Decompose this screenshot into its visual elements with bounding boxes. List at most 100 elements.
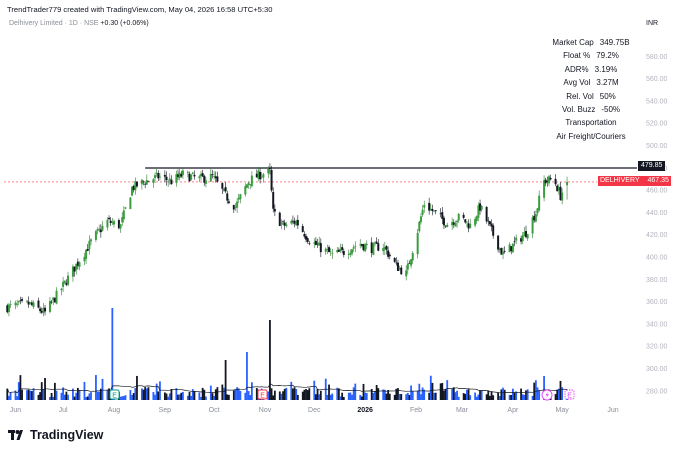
volume-bar [485, 394, 488, 400]
candle-body [385, 246, 388, 250]
candles [6, 163, 569, 317]
candle-body [60, 288, 63, 291]
candle-body [511, 243, 514, 253]
volume-bar [349, 392, 352, 400]
volume-bar [466, 389, 468, 400]
volume-bar [121, 396, 124, 400]
volume-bar [205, 396, 207, 400]
currency-label[interactable]: INR [646, 20, 658, 27]
volume-bar [502, 387, 504, 400]
volume-bar [270, 388, 273, 400]
volume-bar [328, 384, 330, 400]
candle-body [446, 224, 449, 228]
volume-bar [211, 393, 214, 400]
volume-bar [443, 390, 445, 400]
candle-body [270, 170, 273, 191]
x-tick-label: Sep [159, 407, 172, 414]
candle-body [331, 252, 334, 254]
candle-body [250, 175, 253, 187]
earnings-e-icon[interactable]: E [109, 389, 120, 400]
candle-body [88, 240, 91, 250]
volume-bar [554, 394, 557, 400]
candle-body [7, 304, 10, 313]
candle-body [124, 207, 127, 209]
volume-bar [200, 396, 202, 400]
volume-bar [433, 392, 435, 400]
candle-body [21, 299, 24, 301]
candle-body [521, 235, 524, 242]
y-tick-label: 540.00 [646, 98, 668, 105]
time-axis[interactable]: Jun Jul Aug Sep Oct Nov Dec 2026 Feb Mar Apr May Jun [10, 407, 619, 414]
y-tick-label: 400.00 [646, 255, 668, 262]
candle-body [142, 181, 145, 183]
svg-text:E: E [260, 393, 265, 400]
volume-bar [203, 389, 206, 400]
volume-bar [446, 380, 449, 400]
x-tick-label: Dec [308, 407, 321, 414]
candle-body [454, 223, 457, 227]
volume-bar [477, 394, 480, 400]
candle-body [44, 307, 47, 312]
volume-bar [273, 390, 276, 400]
stats-row: Air Freight/Couriers [545, 130, 637, 143]
volume-bar [292, 388, 294, 400]
volume-bar [282, 391, 284, 400]
volume-bar [226, 394, 229, 400]
x-tick-label: 2026 [357, 407, 373, 414]
candle-body [37, 300, 40, 308]
earnings-e-icon[interactable]: E [257, 389, 268, 400]
candle-body [301, 226, 304, 232]
volume-bar [221, 384, 224, 400]
candle-body [492, 225, 495, 236]
candle-body [67, 275, 70, 285]
volume-bar [90, 392, 92, 400]
candle-body [216, 176, 219, 182]
candle-body [306, 238, 309, 242]
volume-bar [88, 393, 91, 400]
dividend-lightning-icon[interactable] [541, 389, 553, 401]
candle-body [354, 246, 357, 248]
volume-bar [423, 389, 426, 400]
volume-bar [523, 394, 526, 400]
last-price-value: 467.35 [647, 177, 669, 184]
volume-bar [475, 396, 478, 400]
candle-body [457, 213, 460, 221]
candle-body [308, 243, 311, 245]
volume-bar [387, 390, 390, 400]
volume-bar [360, 396, 363, 400]
volume-bar [237, 388, 240, 400]
volume-bar [497, 392, 500, 400]
volume-bar [246, 352, 248, 400]
volume-bar [431, 382, 434, 400]
candle-body [416, 232, 419, 255]
stats-value: -50% [601, 104, 621, 114]
candle-body [204, 180, 207, 184]
volume-bar [32, 388, 35, 400]
price-axis[interactable]: 280.00 300.00 320.00 340.00 360.00 380.00 400.… [646, 54, 668, 396]
x-tick-label: Nov [259, 407, 272, 414]
volume-bar [557, 388, 560, 400]
candle-body [224, 187, 227, 192]
candle-body [272, 191, 275, 209]
volume-bar [492, 395, 495, 400]
volume-bar [474, 392, 477, 400]
candle-body [469, 224, 472, 229]
stats-value: 79.2% [596, 51, 619, 61]
volume-bar [385, 393, 388, 400]
volume-bar [78, 389, 81, 400]
volume-bar [96, 391, 99, 400]
volume-bar [283, 388, 286, 400]
volume-bar [331, 393, 334, 400]
volume-bar [559, 380, 562, 400]
volume-bar [180, 392, 183, 400]
y-tick-label: 580.00 [646, 54, 668, 61]
volume-bar [227, 394, 230, 400]
symbol-legend[interactable]: Delhivery Limited · 1D · NSE +0.30 (+0.0… [9, 20, 149, 27]
brand-logo[interactable]: TradingView [8, 428, 103, 442]
volume-bar [191, 389, 194, 400]
volume-bar [142, 389, 145, 400]
earnings-e-icon[interactable]: E [564, 389, 575, 400]
x-tick-label: Aug [108, 407, 121, 414]
volume-bar [98, 391, 101, 400]
candle-body [55, 290, 58, 304]
